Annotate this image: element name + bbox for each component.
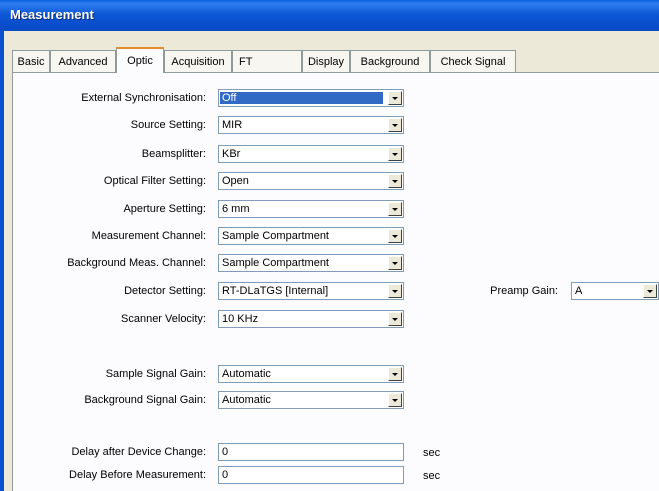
- detector-label: Detector Setting:: [124, 285, 206, 297]
- tab-display[interactable]: Display: [302, 50, 350, 72]
- beamsplitter-label: Beamsplitter:: [141, 148, 206, 160]
- preamp-gain-value: A: [575, 285, 583, 297]
- aperture-value: 6 mm: [222, 203, 250, 215]
- bg-gain-value: Automatic: [222, 394, 271, 406]
- tab-check-signal[interactable]: Check Signal: [430, 50, 516, 72]
- scanner-velocity-label: Scanner Velocity:: [121, 313, 206, 325]
- source-label: Source Setting:: [130, 119, 206, 131]
- bg-gain-label: Background Signal Gain:: [84, 394, 206, 406]
- detector-dropdown[interactable]: RT-DLaTGS [Internal]: [218, 282, 404, 300]
- delay-device-input[interactable]: [219, 444, 403, 460]
- external-sync-dropdown[interactable]: Off: [218, 89, 404, 107]
- bg-channel-value: Sample Compartment: [222, 257, 329, 269]
- scanner-velocity-value: 10 KHz: [222, 313, 259, 325]
- external-sync-value: Off: [220, 92, 383, 104]
- chevron-down-icon[interactable]: [388, 91, 402, 105]
- source-dropdown[interactable]: MIR: [218, 116, 404, 134]
- detector-value: RT-DLaTGS [Internal]: [222, 285, 329, 297]
- chevron-down-icon[interactable]: [388, 284, 402, 298]
- delay-meas-input[interactable]: [219, 467, 403, 483]
- chevron-down-icon[interactable]: [643, 284, 657, 298]
- source-value: MIR: [222, 119, 243, 131]
- tab-optic[interactable]: Optic: [116, 47, 164, 73]
- chevron-down-icon[interactable]: [388, 393, 402, 407]
- delay-meas-label: Delay Before Measurement:: [69, 469, 206, 481]
- measurement-window: Measurement Basic Advanced Optic Acquisi…: [0, 0, 659, 491]
- sample-gain-dropdown[interactable]: Automatic: [218, 365, 404, 383]
- tab-ft-label: FT: [239, 56, 253, 68]
- optical-filter-value: Open: [222, 175, 249, 187]
- sample-gain-label: Sample Signal Gain:: [105, 368, 206, 380]
- preamp-gain-dropdown[interactable]: A: [571, 282, 659, 300]
- aperture-label: Aperture Setting:: [123, 203, 206, 215]
- delay-device-unit: sec: [423, 447, 441, 459]
- chevron-down-icon[interactable]: [388, 312, 402, 326]
- chevron-down-icon[interactable]: [388, 202, 402, 216]
- aperture-dropdown[interactable]: 6 mm: [218, 200, 404, 218]
- chevron-down-icon[interactable]: [388, 256, 402, 270]
- title-bar[interactable]: Measurement: [0, 0, 659, 31]
- delay-device-label: Delay after Device Change:: [71, 446, 206, 458]
- tab-advanced[interactable]: Advanced: [50, 50, 116, 72]
- tab-background[interactable]: Background: [350, 50, 430, 72]
- delay-device-field[interactable]: [218, 443, 404, 461]
- meas-channel-dropdown[interactable]: Sample Compartment: [218, 227, 404, 245]
- optical-filter-label: Optical Filter Setting:: [103, 175, 206, 187]
- bg-channel-label: Background Meas. Channel:: [67, 257, 206, 269]
- tab-acquisition[interactable]: Acquisition: [164, 50, 232, 72]
- sample-gain-value: Automatic: [222, 368, 271, 380]
- external-sync-label: External Synchronisation:: [81, 92, 206, 104]
- scanner-velocity-dropdown[interactable]: 10 KHz: [218, 310, 404, 328]
- tab-basic[interactable]: Basic: [12, 50, 50, 72]
- preamp-gain-label: Preamp Gain:: [490, 285, 558, 297]
- tab-ft[interactable]: FT: [232, 50, 302, 72]
- optical-filter-dropdown[interactable]: Open: [218, 172, 404, 190]
- bg-gain-dropdown[interactable]: Automatic: [218, 391, 404, 409]
- delay-meas-field[interactable]: [218, 466, 404, 484]
- chevron-down-icon[interactable]: [388, 367, 402, 381]
- chevron-down-icon[interactable]: [388, 229, 402, 243]
- window-title: Measurement: [10, 7, 94, 22]
- window-border: [0, 31, 4, 491]
- bg-channel-dropdown[interactable]: Sample Compartment: [218, 254, 404, 272]
- chevron-down-icon[interactable]: [388, 118, 402, 132]
- beamsplitter-dropdown[interactable]: KBr: [218, 145, 404, 163]
- chevron-down-icon[interactable]: [388, 174, 402, 188]
- meas-channel-value: Sample Compartment: [222, 230, 329, 242]
- delay-meas-unit: sec: [423, 470, 441, 482]
- chevron-down-icon[interactable]: [388, 147, 402, 161]
- beamsplitter-value: KBr: [222, 148, 241, 160]
- meas-channel-label: Measurement Channel:: [91, 230, 206, 242]
